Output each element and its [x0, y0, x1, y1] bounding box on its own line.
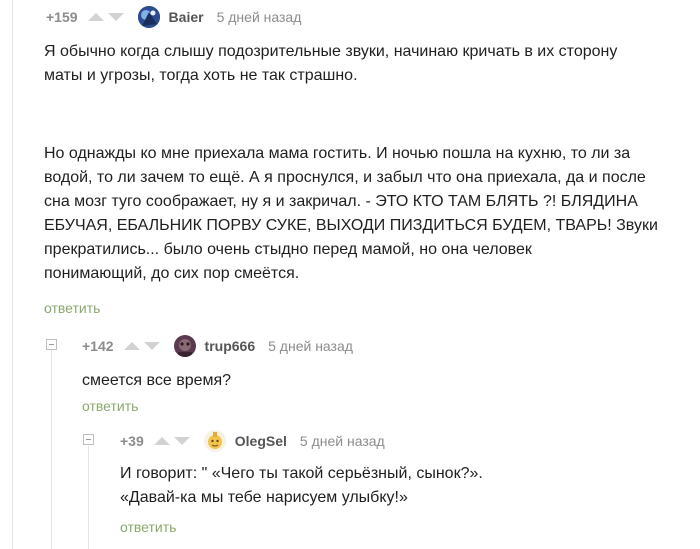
- comment-text-line: водой, то ли зачем то ещё. А я проснулся…: [44, 169, 646, 186]
- comment-text-line: Я обычно когда слышу подозрительные звук…: [44, 43, 618, 60]
- downvote-arrow-icon[interactable]: [173, 437, 190, 445]
- thread-line-level-1: [12, 0, 13, 549]
- comment-body: Я обычно когда слышу подозрительные звук…: [44, 40, 617, 88]
- comment-timestamp[interactable]: 5 дней назад: [300, 433, 385, 449]
- reply-link[interactable]: ответить: [44, 300, 100, 316]
- avatar[interactable]: [173, 335, 196, 357]
- downvote-arrow-icon[interactable]: [143, 342, 160, 350]
- comment-author[interactable]: Baier: [169, 9, 204, 25]
- comment-header: +142 trup666 5 дней назад: [82, 334, 353, 358]
- comment-text-line: ЕБУЧАЯ, ЕБАЛЬНИК ПОРВУ СУКЕ, ВЫХОДИ ПИЗД…: [44, 217, 658, 234]
- comment-header: +159 Baier 5 дней назад: [46, 5, 301, 29]
- upvote-arrow-icon[interactable]: [153, 437, 170, 445]
- comment-body: И говорит: " «Чего ты такой серьёзный, с…: [120, 462, 483, 510]
- comment-text-line: понимающий, до сих пор смеётся.: [44, 265, 300, 282]
- comment-author[interactable]: trup666: [205, 338, 256, 354]
- comment-text-line: прекратились... было очень стыдно перед …: [44, 241, 532, 258]
- comment-text-line: сна мозг туго соображает, ну я и закрича…: [44, 193, 638, 210]
- comment-timestamp[interactable]: 5 дней назад: [268, 338, 353, 354]
- thread-line-level-3: [88, 446, 89, 549]
- comment-body-paragraph: Но однажды ко мне приехала мама гостить.…: [44, 142, 658, 286]
- comment-timestamp[interactable]: 5 дней назад: [217, 9, 302, 25]
- comment-text-line: Но однажды ко мне приехала мама гостить.…: [44, 145, 631, 162]
- upvote-arrow-icon[interactable]: [123, 342, 140, 350]
- comment-header: +39 OlegSel 5 дней назад: [120, 429, 385, 453]
- avatar[interactable]: [203, 430, 226, 452]
- collapse-thread-button[interactable]: [83, 434, 94, 445]
- collapse-thread-button[interactable]: [46, 339, 57, 350]
- comment-author[interactable]: OlegSel: [235, 433, 287, 449]
- upvote-arrow-icon[interactable]: [87, 13, 104, 21]
- reply-link[interactable]: ответить: [82, 398, 138, 414]
- comment-text-line: И говорит: " «Чего ты такой серьёзный, с…: [120, 465, 483, 482]
- comment-rating: +39: [120, 433, 144, 449]
- comment-text-line: смеется все время?: [82, 372, 232, 389]
- reply-link[interactable]: ответить: [120, 519, 176, 535]
- comment-rating: +142: [82, 338, 114, 354]
- downvote-arrow-icon[interactable]: [107, 13, 124, 21]
- avatar[interactable]: [137, 6, 160, 28]
- comment-text-line: «Давай-ка мы тебе нарисуем улыбку!»: [120, 489, 408, 506]
- comment-rating: +159: [46, 9, 78, 25]
- thread-line-level-2: [51, 350, 52, 549]
- comment-body: смеется все время?: [82, 369, 231, 393]
- comment-text-line: маты и угрозы, тогда хоть не так страшно…: [44, 67, 358, 84]
